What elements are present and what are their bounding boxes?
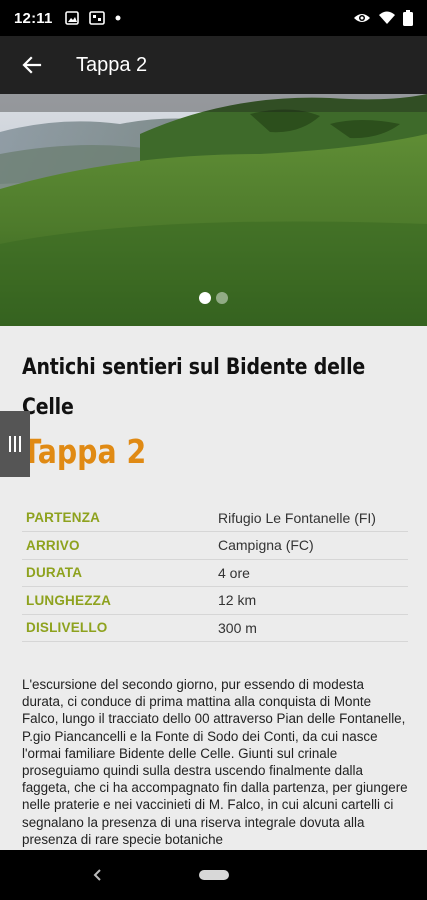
page-title: Antichi sentieri sul Bidente delle Celle xyxy=(22,355,366,420)
status-time: 12:11 xyxy=(14,9,53,27)
stage-title: Tappa 2 xyxy=(22,432,147,471)
sim-icon xyxy=(88,11,105,25)
system-nav-bar xyxy=(0,850,427,900)
home-pill-button[interactable] xyxy=(198,870,229,880)
carousel-indicator xyxy=(0,292,427,304)
info-value: 4 ore xyxy=(218,559,408,587)
info-value: 300 m xyxy=(218,614,408,642)
info-value: 12 km xyxy=(218,586,408,615)
carousel-dot[interactable] xyxy=(216,292,228,304)
status-bar: 12:11 xyxy=(0,0,427,36)
table-row: ARRIVO Campigna (FC) xyxy=(22,531,408,560)
table-row: PARTENZA Rifugio Le Fontanelle (FI) xyxy=(22,504,408,532)
route-details: Antichi sentieri sul Bidente delle Celle… xyxy=(0,326,427,850)
wifi-icon xyxy=(379,11,395,24)
drawer-handle[interactable] xyxy=(0,411,30,477)
back-button[interactable] xyxy=(18,51,46,79)
carousel-dot[interactable] xyxy=(199,292,211,304)
info-label: DISLIVELLO xyxy=(22,614,218,642)
route-info-table: PARTENZA Rifugio Le Fontanelle (FI) ARRI… xyxy=(22,504,408,642)
app-bar-title: Tappa 2 xyxy=(76,53,148,76)
info-value: Rifugio Le Fontanelle (FI) xyxy=(218,504,408,532)
info-value: Campigna (FC) xyxy=(218,531,408,560)
table-row: DURATA 4 ore xyxy=(22,559,408,587)
table-row: LUNGHEZZA 12 km xyxy=(22,586,408,615)
battery-icon xyxy=(403,10,413,26)
menu-bars-icon xyxy=(9,436,11,452)
app-bar: Tappa 2 xyxy=(0,36,427,94)
photo-carousel[interactable] xyxy=(0,94,427,326)
info-label: LUNGHEZZA xyxy=(22,586,218,615)
info-label: DURATA xyxy=(22,559,218,587)
info-label: ARRIVO xyxy=(22,531,218,560)
image-icon xyxy=(64,11,79,25)
info-label: PARTENZA xyxy=(22,504,218,532)
nav-back-icon[interactable] xyxy=(88,865,108,885)
dot-icon xyxy=(115,15,121,21)
arrow-left-icon xyxy=(22,56,42,74)
route-description: L'escursione del secondo giorno, pur ess… xyxy=(22,677,408,847)
table-row: DISLIVELLO 300 m xyxy=(22,614,408,642)
eye-icon xyxy=(354,14,370,22)
